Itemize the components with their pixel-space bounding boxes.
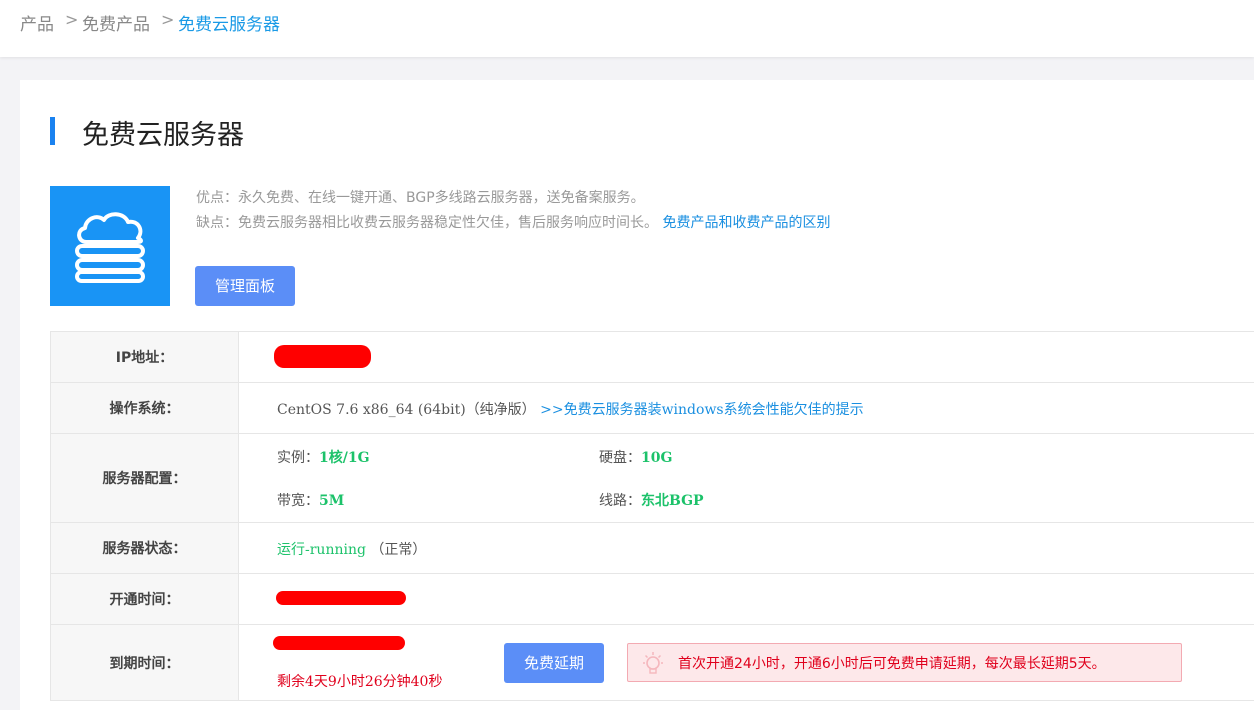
- remaining-time: 剩余4天9小时26分钟40秒: [277, 674, 443, 690]
- server-info-table: IP地址： 操作系统： CentOS 7.6 x86_64 (64bit)（纯净…: [50, 331, 1254, 701]
- line-label: 线路：: [599, 493, 641, 509]
- status-running: 运行-running: [277, 542, 366, 558]
- table-row-ip: IP地址：: [50, 332, 1254, 383]
- page-title: 免费云服务器: [82, 120, 244, 151]
- product-cons-text: 缺点：免费云服务器相比收费云服务器稳定性欠佳，售后服务响应时间长。: [196, 215, 658, 231]
- top-bar: 产品 > 免费产品 > 免费云服务器: [0, 0, 1254, 57]
- status-note: （正常）: [370, 542, 427, 558]
- status-label: 服务器状态：: [50, 523, 239, 573]
- breadcrumb-item-current: 免费云服务器: [178, 15, 280, 35]
- product-cons: 缺点：免费云服务器相比收费云服务器稳定性欠佳，售后服务响应时间长。 免费产品和收…: [196, 212, 830, 232]
- expire-time-label: 到期时间：: [50, 625, 239, 700]
- cloud-stack-icon: [75, 212, 145, 283]
- extend-notice: 首次开通24小时，开通6小时后可免费申请延期，每次最长延期5天。: [627, 643, 1182, 682]
- free-extend-button[interactable]: 免费延期: [504, 643, 604, 683]
- os-name: CentOS 7.6 x86_64 (64bit)（纯净版）: [277, 402, 536, 418]
- table-row-status: 服务器状态： 运行-running （正常）: [50, 523, 1254, 574]
- extend-notice-text: 首次开通24小时，开通6小时后可免费申请延期，每次最长延期5天。: [678, 656, 1106, 672]
- breadcrumb-item-products[interactable]: 产品: [20, 10, 54, 35]
- bandwidth-spec: 带宽：5M: [277, 490, 344, 510]
- bandwidth-label: 带宽：: [277, 493, 319, 509]
- instance-value: 1核/1G: [319, 450, 370, 466]
- bandwidth-value: 5M: [319, 493, 345, 509]
- line-spec: 线路：东北BGP: [599, 490, 704, 510]
- expire-time-redaction: [273, 636, 405, 650]
- ip-redaction: [274, 345, 371, 368]
- config-label: 服务器配置：: [50, 434, 239, 522]
- breadcrumb-item-free-products[interactable]: 免费产品: [82, 10, 150, 35]
- disk-label: 硬盘：: [599, 450, 641, 466]
- manage-panel-button[interactable]: 管理面板: [195, 266, 295, 306]
- instance-label: 实例：: [277, 450, 319, 466]
- table-row-config: 服务器配置： 实例：1核/1G 硬盘：10G 带宽：5M 线路：东北BGP: [50, 434, 1254, 523]
- status-value: 运行-running （正常）: [277, 539, 426, 559]
- product-pros: 优点：永久免费、在线一键开通、BGP多线路云服务器，送免备案服务。: [196, 190, 645, 206]
- windows-tip-link[interactable]: >>免费云服务器装windows系统会性能欠佳的提示: [540, 402, 864, 418]
- compare-products-link[interactable]: 免费产品和收费产品的区别: [662, 215, 830, 231]
- open-time-redaction: [276, 591, 406, 605]
- title-accent-bar: [50, 117, 55, 145]
- ip-label: IP地址：: [50, 332, 239, 382]
- breadcrumb-separator: >: [161, 10, 175, 29]
- open-time-label: 开通时间：: [50, 574, 239, 624]
- os-label: 操作系统：: [50, 383, 239, 433]
- lightbulb-icon: [643, 652, 663, 674]
- os-value: CentOS 7.6 x86_64 (64bit)（纯净版） >>免费云服务器装…: [277, 399, 864, 419]
- product-icon-box: [50, 186, 170, 306]
- instance-spec: 实例：1核/1G: [277, 447, 370, 467]
- line-value: 东北BGP: [641, 493, 704, 509]
- breadcrumb-separator: >: [65, 10, 79, 29]
- table-row-open-time: 开通时间：: [50, 574, 1254, 625]
- disk-spec: 硬盘：10G: [599, 447, 672, 467]
- disk-value: 10G: [641, 450, 673, 466]
- table-row-os: 操作系统： CentOS 7.6 x86_64 (64bit)（纯净版） >>免…: [50, 383, 1254, 434]
